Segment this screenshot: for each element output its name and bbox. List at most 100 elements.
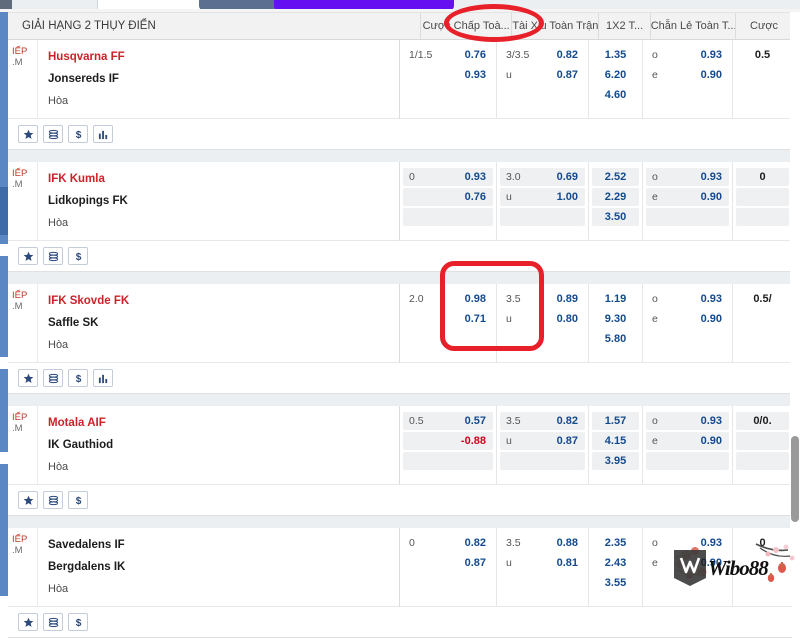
star-icon-button[interactable] <box>18 369 38 387</box>
over-under-cell-over[interactable]: 3/3.5 0.82 <box>500 46 585 64</box>
match-separator <box>8 516 792 528</box>
column-header-over-under[interactable]: Tài Xỉu Toàn Trận <box>511 13 598 39</box>
away-team-name[interactable]: Saffle SK <box>48 312 399 334</box>
list-icon-button[interactable] <box>43 369 63 387</box>
over-under-cell-over-line: 3/3.5 <box>506 49 530 61</box>
odd-even-cell-odd[interactable]: o 0.93 <box>646 534 729 552</box>
handicap-cell-home[interactable]: 0.5 0.57 <box>403 412 493 430</box>
column-header-handicap[interactable]: Cược Chấp Toà... <box>420 13 511 39</box>
odd-even-cell-even[interactable]: e 0.90 <box>646 66 729 84</box>
dollar-icon-button[interactable]: $ <box>68 369 88 387</box>
last-col-cell-mid[interactable] <box>736 554 789 572</box>
home-team-name[interactable]: Husqvarna FF <box>48 46 399 68</box>
away-team-name[interactable]: IK Gauthiod <box>48 434 399 456</box>
away-team-name[interactable]: Bergdalens IK <box>48 556 399 578</box>
one-x-two-cell-home[interactable]: 2.52 <box>592 168 639 186</box>
column-header-1x2[interactable]: 1X2 T... <box>598 13 649 39</box>
column-header-last[interactable]: Cược <box>735 13 792 39</box>
odd-even-cell-odd[interactable]: o 0.93 <box>646 46 729 64</box>
last-col-cell-mid[interactable] <box>736 188 789 206</box>
one-x-two-cell-home[interactable]: 1.57 <box>592 412 639 430</box>
last-col-cell-top[interactable]: 0/0. <box>736 412 789 430</box>
one-x-two-cell-draw[interactable]: 3.55 <box>592 574 639 592</box>
list-icon-button[interactable] <box>43 125 63 143</box>
last-col-cell-top[interactable]: 0.5 <box>736 46 789 64</box>
handicap-cell-home[interactable]: 2.0 0.98 <box>403 290 493 308</box>
vertical-scrollbar-thumb[interactable] <box>791 436 799 522</box>
handicap-cell-away[interactable]: 0.71 <box>403 310 493 328</box>
home-team-name[interactable]: IFK Kumla <box>48 168 399 190</box>
handicap-cell-home[interactable]: 0 0.82 <box>403 534 493 552</box>
odds-col-handicap: 1/1.5 0.76 0.93 <box>400 40 496 118</box>
one-x-two-cell-away[interactable]: 6.20 <box>592 66 639 84</box>
one-x-two-cell-home[interactable]: 1.19 <box>592 290 639 308</box>
odd-even-cell-odd[interactable]: o 0.93 <box>646 412 729 430</box>
left-rail-thumb[interactable] <box>0 187 8 235</box>
handicap-cell-home[interactable]: 0 0.93 <box>403 168 493 186</box>
odd-even-cell-even[interactable]: e 0.90 <box>646 310 729 328</box>
toolbar-tab[interactable] <box>0 0 12 9</box>
over-under-cell-over[interactable]: 3.0 0.69 <box>500 168 585 186</box>
handicap-cell-away[interactable]: 0.76 <box>403 188 493 206</box>
over-under-cell-under[interactable]: u 0.81 <box>500 554 585 572</box>
bar-chart-icon-button[interactable] <box>93 125 113 143</box>
star-icon-button[interactable] <box>18 247 38 265</box>
dollar-icon-button[interactable]: $ <box>68 491 88 509</box>
one-x-two-cell-away[interactable]: 4.15 <box>592 432 639 450</box>
match-action-bar: $ <box>8 241 792 272</box>
handicap-cell-away[interactable]: -0.88 <box>403 432 493 450</box>
one-x-two-cell-draw[interactable]: 3.50 <box>592 208 639 226</box>
dollar-icon-button[interactable]: $ <box>68 613 88 631</box>
over-under-cell-over-line: 3.5 <box>506 415 521 427</box>
odds-columns: 0 0.93 0.76 3.0 0.69 u 1.00 2.52 2.29 3.50 o 0.93 e 0… <box>399 162 792 241</box>
handicap-cell-away[interactable]: 0.87 <box>403 554 493 572</box>
list-icon-button[interactable] <box>43 613 63 631</box>
one-x-two-cell-away-odd: 6.20 <box>604 69 627 81</box>
over-under-cell-under[interactable]: u 1.00 <box>500 188 585 206</box>
home-team-name[interactable]: Savedalens IF <box>48 534 399 556</box>
one-x-two-cell-away[interactable]: 2.29 <box>592 188 639 206</box>
over-under-cell-under[interactable]: u 0.87 <box>500 66 585 84</box>
left-rail-scrollbar[interactable] <box>0 12 8 596</box>
odd-even-cell-odd[interactable]: o 0.93 <box>646 290 729 308</box>
star-icon-button[interactable] <box>18 613 38 631</box>
odd-even-cell-odd[interactable]: o 0.93 <box>646 168 729 186</box>
one-x-two-cell-home[interactable]: 2.35 <box>592 534 639 552</box>
one-x-two-cell-draw[interactable]: 5.80 <box>592 330 639 348</box>
match-main-row: IẾP .M IFK Kumla Lidkopings FK Hòa 0 0.93 0.76 3… <box>8 162 792 241</box>
over-under-cell-over[interactable]: 3.5 0.82 <box>500 412 585 430</box>
last-col-cell-top[interactable]: 0 <box>736 534 789 552</box>
last-col-cell-top[interactable]: 0 <box>736 168 789 186</box>
odd-even-cell-even[interactable]: e 0.90 <box>646 554 729 572</box>
one-x-two-cell-home[interactable]: 1.35 <box>592 46 639 64</box>
odd-even-cell-even[interactable]: e 0.90 <box>646 432 729 450</box>
away-team-name[interactable]: Lidkopings FK <box>48 190 399 212</box>
last-col-cell-mid[interactable] <box>736 66 789 84</box>
last-col-cell-mid[interactable] <box>736 432 789 450</box>
one-x-two-cell-draw[interactable]: 4.60 <box>592 86 639 104</box>
dollar-icon-button[interactable]: $ <box>68 247 88 265</box>
one-x-two-cell-away[interactable]: 2.43 <box>592 554 639 572</box>
odd-even-cell-even[interactable]: e 0.90 <box>646 188 729 206</box>
bar-chart-icon-button[interactable] <box>93 369 113 387</box>
one-x-two-cell-away[interactable]: 9.30 <box>592 310 639 328</box>
vertical-scrollbar[interactable] <box>790 12 800 596</box>
one-x-two-cell-draw[interactable]: 3.95 <box>592 452 639 470</box>
handicap-cell-home[interactable]: 1/1.5 0.76 <box>403 46 493 64</box>
star-icon-button[interactable] <box>18 125 38 143</box>
last-col-cell-top[interactable]: 0.5/ <box>736 290 789 308</box>
over-under-cell-over[interactable]: 3.5 0.89 <box>500 290 585 308</box>
handicap-cell-away[interactable]: 0.93 <box>403 66 493 84</box>
home-team-name[interactable]: Motala AIF <box>48 412 399 434</box>
over-under-cell-under[interactable]: u 0.87 <box>500 432 585 450</box>
last-col-cell-mid[interactable] <box>736 310 789 328</box>
away-team-name[interactable]: Jonsereds IF <box>48 68 399 90</box>
list-icon-button[interactable] <box>43 247 63 265</box>
over-under-cell-under[interactable]: u 0.80 <box>500 310 585 328</box>
list-icon-button[interactable] <box>43 491 63 509</box>
over-under-cell-over[interactable]: 3.5 0.88 <box>500 534 585 552</box>
home-team-name[interactable]: IFK Skovde FK <box>48 290 399 312</box>
column-header-odd-even[interactable]: Chẵn Lẻ Toàn T... <box>649 13 735 39</box>
star-icon-button[interactable] <box>18 491 38 509</box>
dollar-icon-button[interactable]: $ <box>68 125 88 143</box>
